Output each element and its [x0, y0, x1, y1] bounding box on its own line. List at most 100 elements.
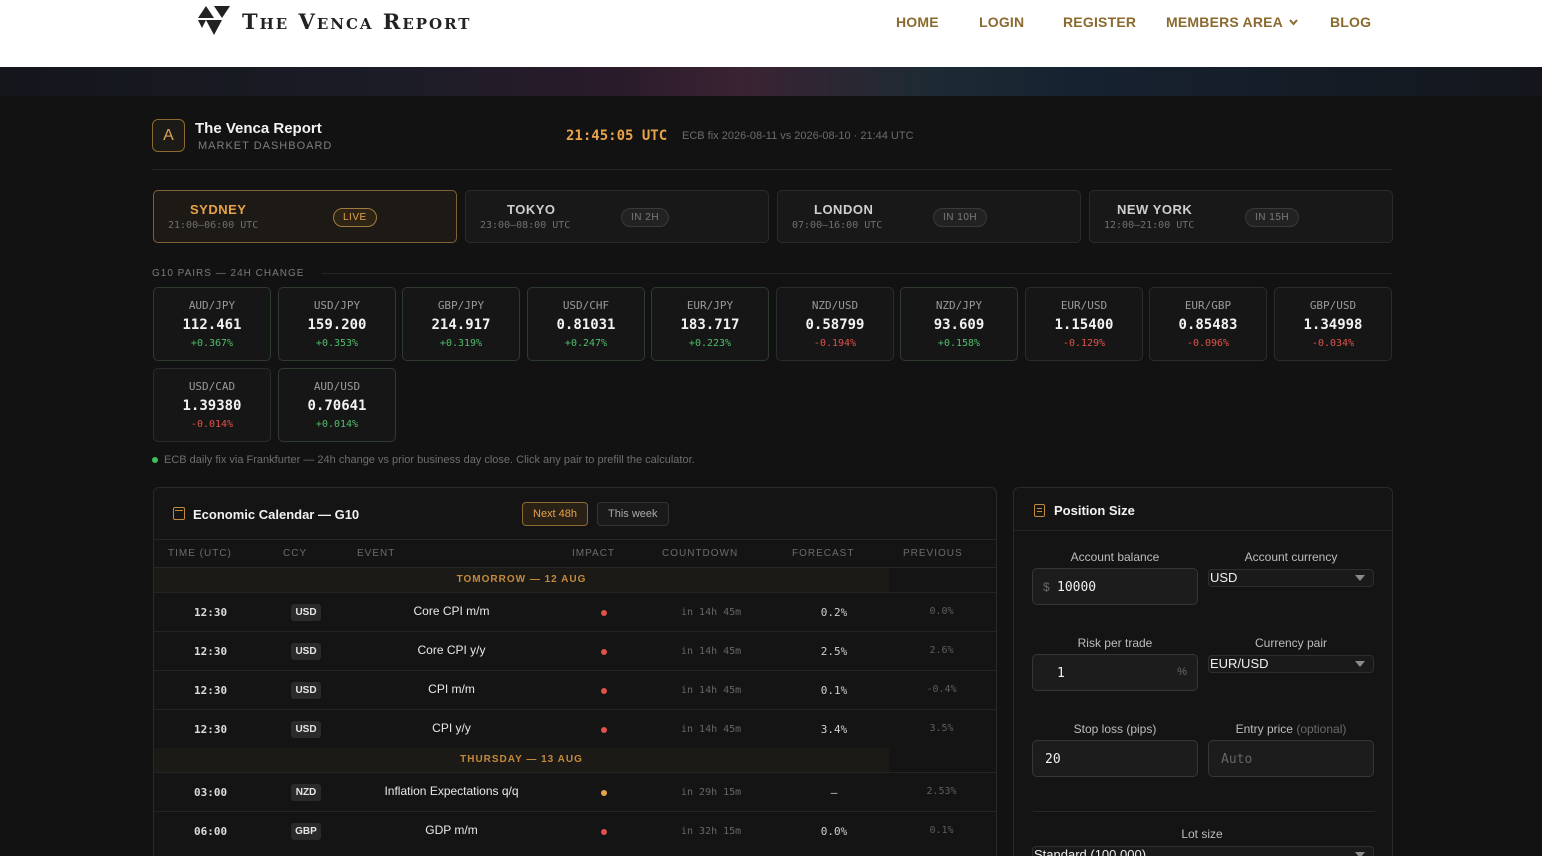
session-hours: 21:00–06:00 UTC — [168, 220, 259, 231]
pair-card[interactable]: GBP/USD 1.34998 -0.034% — [1274, 287, 1392, 361]
session-hours: 23:00–08:00 UTC — [480, 220, 571, 231]
nav-home[interactable]: HOME — [896, 14, 939, 30]
account-balance-value: 10000 — [1057, 580, 1097, 595]
session-sydney[interactable]: SYDNEY 21:00–06:00 UTC LIVE — [153, 190, 457, 243]
top-nav: The Venca Report HOME LOGIN REGISTER MEM… — [0, 0, 1542, 67]
pair-change: +0.353% — [315, 338, 359, 349]
calendar-day-header: THURSDAY — 13 AUG — [154, 748, 889, 772]
impact-high-icon — [601, 649, 607, 655]
calendar-icon — [173, 507, 185, 520]
event-name: GDP m/m — [425, 823, 478, 837]
dashboard-subtitle: MARKET DASHBOARD — [198, 140, 333, 152]
pair-card[interactable]: EUR/GBP 0.85483 -0.096% — [1149, 287, 1267, 361]
calendar-day-header: TOMORROW — 12 AUG — [154, 568, 889, 592]
pair-price: 1.39380 — [182, 398, 242, 414]
event-previous: 0.0% — [929, 606, 954, 617]
lot-size-select[interactable]: Standard (100,000) — [1032, 846, 1374, 856]
event-previous: 2.6% — [929, 645, 954, 656]
pair-price: 1.15400 — [1054, 317, 1114, 333]
pair-change: +0.014% — [315, 419, 359, 430]
event-name: CPI m/m — [428, 682, 475, 696]
session-new-york[interactable]: NEW YORK 12:00–21:00 UTC IN 15H — [1089, 190, 1393, 243]
session-tokyo[interactable]: TOKYO 23:00–08:00 UTC IN 2H — [465, 190, 769, 243]
pair-card[interactable]: AUD/USD 0.70641 +0.014% — [278, 368, 396, 442]
currency-badge: USD — [291, 604, 321, 621]
tab-this-week[interactable]: This week — [597, 502, 669, 526]
col-ccy: CCY — [283, 548, 308, 559]
currency-badge: USD — [291, 721, 321, 738]
calendar-event-row[interactable]: 12:30 USD CPI m/m in 14h 45m 0.1% -0.4% — [154, 670, 996, 709]
currency-prefix: $ — [1043, 580, 1050, 594]
pair-change: -0.034% — [1311, 338, 1355, 349]
col-forecast: FORECAST — [792, 548, 855, 559]
lot-size-value: Standard (100,000) — [1034, 847, 1147, 856]
calendar-event-row[interactable]: 03:00 NZD Inflation Expectations q/q in 29h… — [154, 772, 996, 811]
nav-login[interactable]: LOGIN — [979, 14, 1024, 30]
event-previous: 0.1% — [929, 825, 954, 836]
nav-members-area[interactable]: MEMBERS AREA — [1166, 14, 1298, 30]
pair-card[interactable]: NZD/JPY 93.609 +0.158% — [900, 287, 1018, 361]
economic-calendar-panel: Economic Calendar — G10 Next 48h This we… — [153, 487, 997, 856]
event-forecast: 0.1% — [820, 684, 848, 697]
currency-badge: USD — [291, 682, 321, 699]
position-size-title: Position Size — [1054, 503, 1135, 518]
risk-per-trade-input[interactable]: 1 % — [1032, 654, 1198, 691]
stop-loss-value: 20 — [1045, 752, 1061, 767]
position-size-header: Position Size — [1014, 488, 1392, 531]
session-status-badge: IN 10H — [933, 208, 988, 227]
calculator-icon — [1034, 504, 1045, 517]
event-time: 12:30 — [194, 684, 228, 697]
session-name: LONDON — [814, 202, 874, 217]
entry-price-placeholder: Auto — [1221, 752, 1253, 767]
pair-price: 112.461 — [182, 317, 242, 333]
event-name: Core CPI m/m — [413, 604, 490, 618]
calendar-event-row[interactable]: 12:30 USD Core CPI m/m in 14h 45m 0.2% 0.0% — [154, 592, 996, 631]
account-currency-select[interactable]: USD — [1208, 569, 1374, 587]
site-logo[interactable]: The Venca Report — [196, 6, 471, 36]
pairs-section-line — [322, 273, 1392, 274]
event-countdown: in 14h 45m — [681, 646, 742, 657]
pair-card[interactable]: EUR/USD 1.15400 -0.129% — [1025, 287, 1143, 361]
stop-loss-input[interactable]: 20 — [1032, 740, 1198, 777]
pair-card[interactable]: GBP/JPY 214.917 +0.319% — [402, 287, 520, 361]
pair-card[interactable]: USD/CHF 0.81031 +0.247% — [527, 287, 645, 361]
pair-price: 159.200 — [307, 317, 367, 333]
calendar-event-row[interactable]: 12:30 USD CPI y/y in 14h 45m 3.4% 3.5% — [154, 709, 996, 748]
event-countdown: in 14h 45m — [681, 685, 742, 696]
pair-card[interactable]: USD/JPY 159.200 +0.353% — [278, 287, 396, 361]
col-event: EVENT — [357, 548, 396, 559]
event-countdown: in 14h 45m — [681, 607, 742, 618]
pair-symbol: EUR/GBP — [1184, 299, 1232, 312]
stop-loss-label: Stop loss (pips) — [1073, 722, 1157, 736]
nav-members-area-label: MEMBERS AREA — [1166, 14, 1283, 30]
entry-price-label: Entry price (optional) — [1208, 722, 1374, 736]
event-countdown: in 29h 15m — [681, 787, 742, 798]
pair-card[interactable]: NZD/USD 0.58799 -0.194% — [776, 287, 894, 361]
event-time: 12:30 — [194, 606, 228, 619]
entry-price-label-text: Entry price — [1235, 722, 1293, 736]
dashboard-logo-letter: A — [163, 126, 174, 144]
currency-badge: USD — [291, 643, 321, 660]
entry-price-input[interactable]: Auto — [1208, 740, 1374, 777]
nav-register[interactable]: REGISTER — [1063, 14, 1136, 30]
calendar-event-row[interactable]: 12:30 USD Core CPI y/y in 14h 45m 2.5% 2.6% — [154, 631, 996, 670]
account-balance-input[interactable]: $ 10000 — [1032, 568, 1198, 605]
header-divider — [152, 169, 1392, 170]
nav-blog[interactable]: BLOG — [1330, 14, 1371, 30]
calendar-event-row[interactable]: 06:00 GBP GDP m/m in 32h 15m 0.0% 0.1% — [154, 811, 996, 850]
pair-card[interactable]: AUD/JPY 112.461 +0.367% — [153, 287, 271, 361]
currency-pair-label: Currency pair — [1254, 636, 1328, 650]
session-london[interactable]: LONDON 07:00–16:00 UTC IN 10H — [777, 190, 1081, 243]
pair-symbol: EUR/JPY — [686, 299, 734, 312]
chevron-down-icon — [1355, 575, 1365, 581]
pair-change: +0.247% — [564, 338, 608, 349]
pair-change: +0.158% — [937, 338, 981, 349]
position-divider — [1033, 811, 1375, 812]
pair-card[interactable]: USD/CAD 1.39380 -0.014% — [153, 368, 271, 442]
pair-symbol: NZD/JPY — [935, 299, 983, 312]
event-countdown: in 32h 15m — [681, 826, 742, 837]
tab-next-48h[interactable]: Next 48h — [522, 502, 589, 526]
utc-clock: 21:45:05 UTC — [566, 128, 668, 144]
pair-card[interactable]: EUR/JPY 183.717 +0.223% — [651, 287, 769, 361]
currency-pair-select[interactable]: EUR/USD — [1208, 655, 1374, 673]
